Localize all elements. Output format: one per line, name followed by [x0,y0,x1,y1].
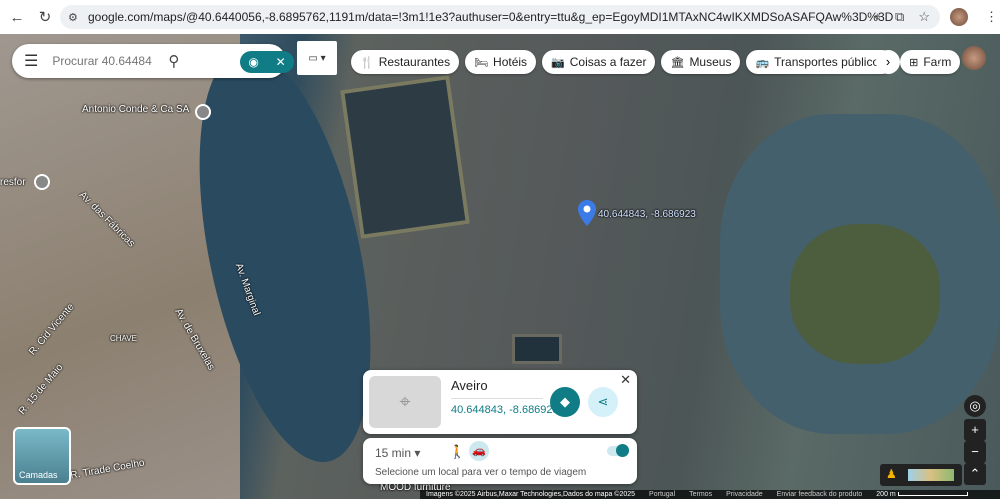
search-box: ☰ ⚲ ◉✕ [12,44,294,78]
imagery-thumbnails[interactable] [908,469,954,481]
camera-icon: 📷 [551,56,565,69]
share-icon: ⋖ [597,394,609,409]
layers-label: Camadas [19,470,58,480]
chip-restaurantes[interactable]: 🍴 Restaurantes [351,50,460,74]
place-coordinates[interactable]: 40.644843, -8.686923 [451,404,559,416]
my-location-button[interactable]: ◎ [964,395,986,417]
install-icon[interactable]: ⧉ [895,9,904,25]
satellite-map[interactable]: Antonio Conde & Ca SA resfor Av. das Fáb… [0,34,1000,499]
bus-icon: 🚌 [755,56,770,69]
directions-button[interactable]: ◆ [550,387,580,417]
museum-icon: 🏛 [670,56,685,69]
travel-hint: Selecione um local para ver o tempo de v… [375,467,587,478]
chip-transportes-públicos[interactable]: 🚌 Transportes públicos [746,50,895,74]
category-chips: 🍴 Restaurantes 🛏 Hotéis 📷 Coisas a fazer 🏛 Muse… [351,50,961,74]
directions-icon: ◆ [560,394,570,409]
close-icon[interactable]: ✕ [276,55,286,69]
map-type-button[interactable]: ▭ ▾ [297,41,337,75]
back-icon[interactable]: ← [6,9,28,26]
chip-label: Coisas a fazer [569,55,647,69]
pharmacy-icon: ⊞ [909,56,919,69]
share-button[interactable]: ⋖ [588,387,618,417]
scale-label: 200 m [876,491,896,498]
chip-label: Transportes públicos [774,55,886,69]
search-input[interactable] [52,54,153,68]
chip-coisas-a-fazer[interactable]: 📷 Coisas a fazer [542,50,656,74]
search-icon[interactable]: ⚲ [168,52,179,70]
place-card: ⌖ Aveiro 40.644843, -8.686923 ◆ ⋖ ✕ [363,370,637,434]
reload-icon[interactable]: ↻ [34,8,56,26]
country-link[interactable]: Portugal [649,491,675,498]
place-thumbnail[interactable]: ⌖ [369,376,441,428]
pegman-icon[interactable]: ♟ [886,467,897,481]
expand-button[interactable]: ⌃ [964,463,986,485]
area-label: CHAVE [110,334,137,343]
privacy-link[interactable]: Privacidade [726,491,763,498]
divider [451,398,543,399]
search-actions: ◉ ✕ [240,51,294,73]
pin-coordinates: 40.644843, -8.686923 [598,209,696,220]
walk-icon[interactable]: 🚶 [449,444,465,460]
chip-museus[interactable]: 🏛 Museus [661,50,741,74]
travel-time-panel: 15 min ▾ 🚶 🚗 Selecione um local para ver… [363,438,637,484]
pin-icon [578,200,596,226]
chip-hotéis[interactable]: 🛏 Hotéis [465,50,537,74]
map-label[interactable]: Antonio Conde & Ca SA [82,104,189,115]
map-label[interactable]: resfor [0,177,26,188]
salt-pond [340,75,470,239]
url-text: google.com/maps/@40.6440056,-8.6895762,1… [88,10,894,24]
place-marker-icon[interactable] [34,174,50,190]
car-icon[interactable]: 🚗 [469,441,489,461]
dropped-pin[interactable] [578,200,596,231]
island [790,224,940,364]
chip-label: Restaurantes [378,55,451,69]
zoom-in-button[interactable]: + [964,419,986,441]
star-icon[interactable]: ☆ [918,9,930,25]
feedback-link[interactable]: Enviar feedback do produto [777,491,863,498]
menu-icon[interactable]: ☰ [24,51,38,71]
layers-button[interactable]: Camadas [13,427,71,485]
time-value: 15 min [375,446,412,460]
close-icon[interactable]: ✕ [620,372,631,388]
small-pond [512,334,562,364]
bed-icon: 🛏 [474,56,489,69]
attribution: Imagens ©2025 Airbus,Maxar Technologies,… [426,491,636,498]
site-info-icon[interactable]: ⚙ [68,11,78,24]
profile-avatar[interactable] [950,8,968,26]
chips-next-button[interactable]: › [876,50,900,74]
account-avatar[interactable] [962,46,986,70]
toggle-switch[interactable] [607,444,629,457]
more-icon[interactable]: ⋮ [985,9,998,25]
time-dropdown[interactable]: 15 min ▾ [375,446,420,460]
place-marker-icon[interactable] [195,104,211,120]
location-icon[interactable]: ◉ [248,55,258,69]
browser-toolbar: ← ↻ ⚙ google.com/maps/@40.6440056,-8.689… [0,0,1000,34]
chip-label: Museus [689,55,732,69]
zoom-out-button[interactable]: − [964,441,986,463]
address-bar[interactable]: ⚙ google.com/maps/@40.6440056,-8.6895762… [60,5,940,29]
map-footer: Imagens ©2025 Airbus,Maxar Technologies,… [420,490,1000,499]
location-icon[interactable]: ⌖ [874,9,881,25]
chip-label: Hotéis [493,55,528,69]
terms-link[interactable]: Termos [689,491,712,498]
street-view-panel: ♟ [880,464,962,486]
keyboard-icon: ▭ ▾ [308,52,326,64]
fork-knife-icon: 🍴 [360,56,374,69]
place-title[interactable]: Aveiro [451,378,488,393]
scale-bar[interactable]: 200 m [876,491,968,498]
pin-icon: ⌖ [399,390,411,413]
